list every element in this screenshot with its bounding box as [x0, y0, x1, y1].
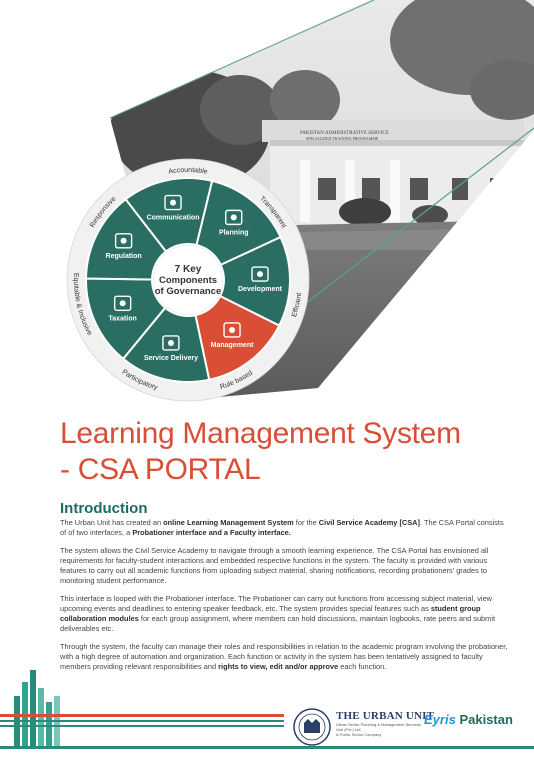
- urban-unit-logo: THE URBAN UNIT Urban Sector Planning & M…: [336, 710, 434, 737]
- wheel-segment-label: Communication: [147, 215, 200, 222]
- sign-line-2: SPECIALIZED TRAINING PROGRAMME: [306, 136, 379, 141]
- wheel-segment-label: Development: [238, 286, 283, 293]
- pakistan-word: Pakistan: [459, 712, 513, 727]
- title-line-1: Learning Management System: [60, 417, 461, 450]
- paragraph: The Urban Unit has created an online Lea…: [60, 518, 504, 537]
- wheel-segment-label: Taxation: [109, 315, 137, 322]
- urban-unit-name: THE URBAN UNIT: [336, 710, 435, 722]
- paragraph: The system allows the Civil Service Acad…: [60, 546, 489, 585]
- page-title: Learning Management System - CSA PORTAL: [60, 416, 500, 488]
- wheel-center-label: Components: [159, 275, 217, 286]
- urban-unit-subtitle: Urban Sector Planning & Management Servi…: [336, 722, 421, 732]
- intro-body: The Urban Unit has created an online Lea…: [60, 518, 508, 680]
- wheel-center-label: of Governance: [155, 286, 222, 297]
- governance-wheel: Communication Planning Development Manageme…: [66, 158, 310, 402]
- paragraph: This interface is looped with the Probat…: [60, 594, 496, 633]
- wheel-segment-label: Service Delivery: [144, 355, 198, 362]
- eyris-word: Eyris: [424, 712, 456, 727]
- title-line-2: - CSA PORTAL: [60, 453, 261, 486]
- wheel-segment-label: Planning: [219, 229, 249, 236]
- footer-graphic: [0, 668, 534, 754]
- urban-unit-seal: [292, 707, 332, 747]
- wheel-segment-label: Management: [211, 342, 254, 349]
- wheel-segment-label: Regulation: [106, 253, 142, 260]
- wheel-center-label: 7 Key: [175, 264, 202, 275]
- urban-unit-subtitle-2: A Public Sector Company: [336, 732, 382, 737]
- intro-heading: Introduction: [60, 500, 148, 517]
- eyris-logo: Eyris Pakistan: [424, 712, 513, 727]
